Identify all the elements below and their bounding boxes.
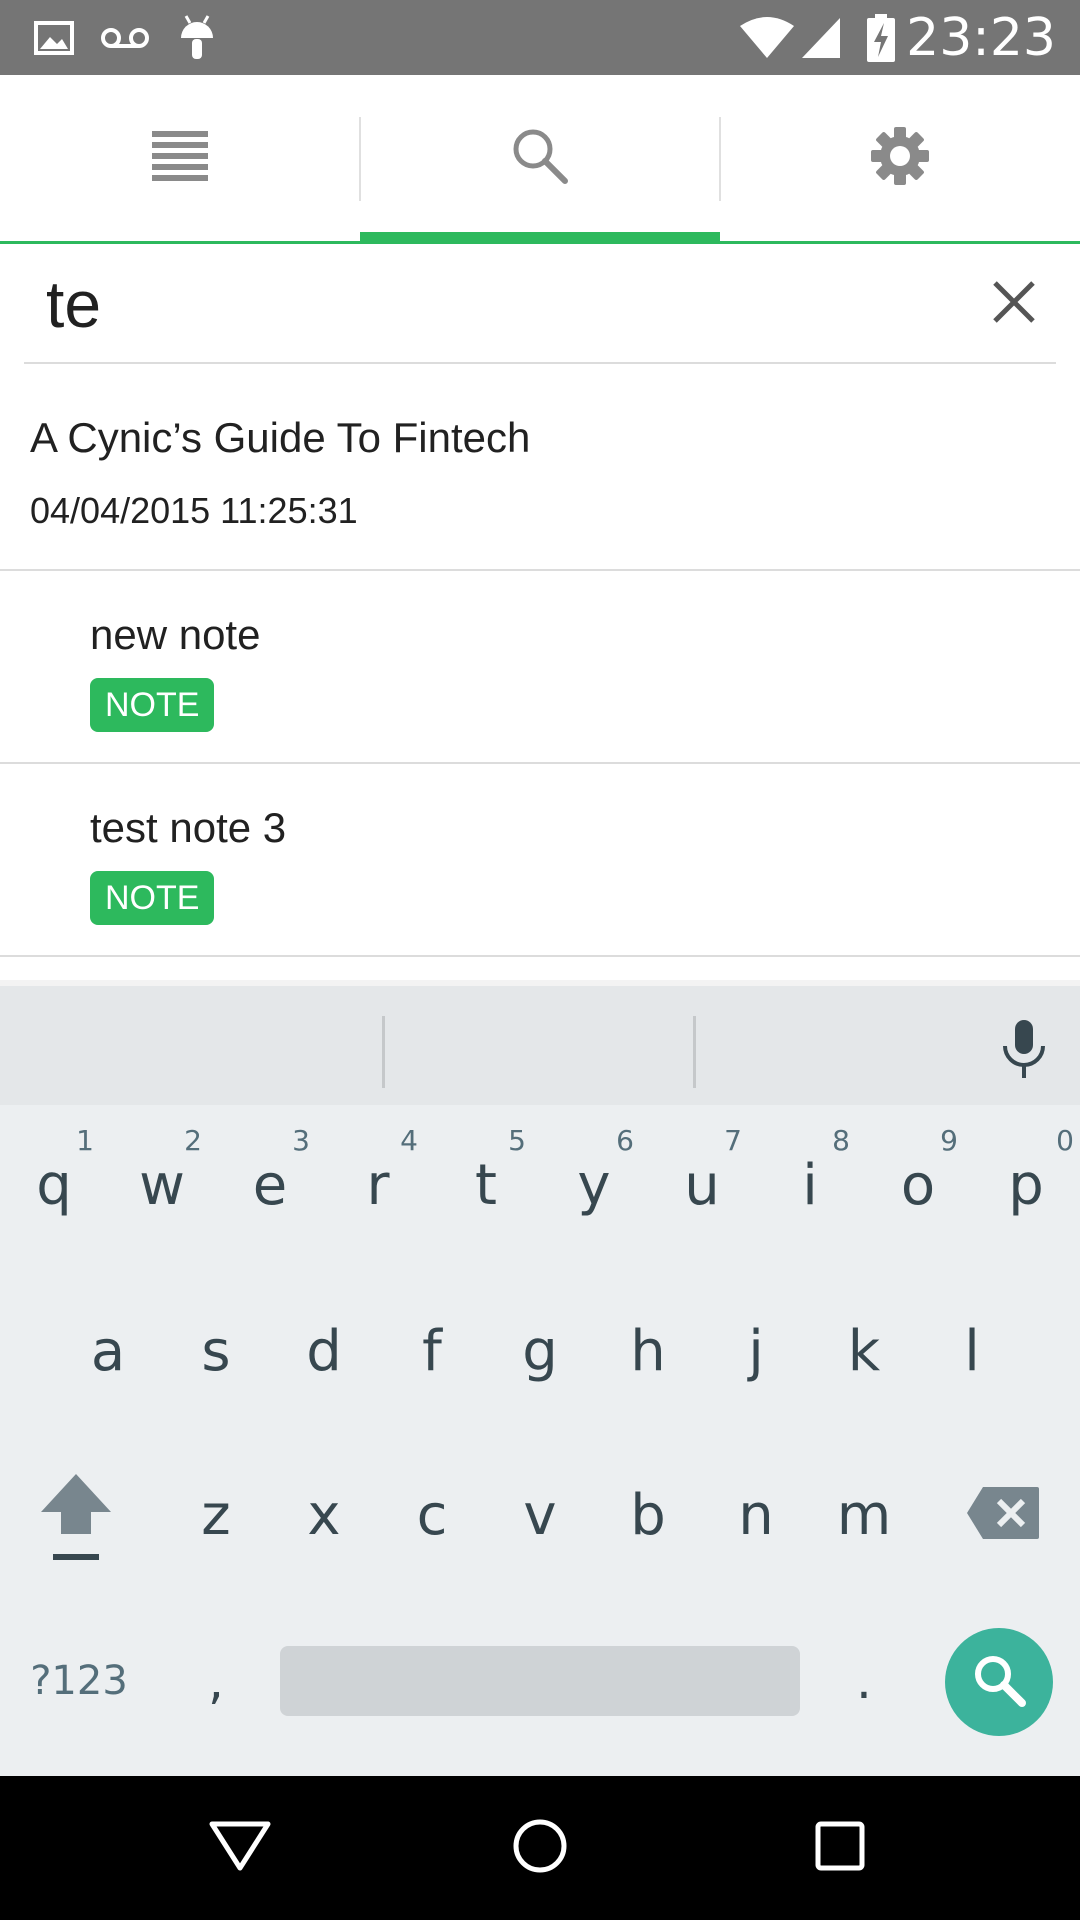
key-l[interactable]: l bbox=[918, 1296, 1026, 1406]
key-o[interactable]: o9 bbox=[864, 1124, 972, 1240]
key-n[interactable]: n bbox=[702, 1460, 810, 1570]
result-title: test note 3 bbox=[90, 804, 287, 851]
key-y[interactable]: y6 bbox=[540, 1124, 648, 1240]
wifi-icon bbox=[738, 0, 796, 75]
key-t[interactable]: t5 bbox=[432, 1124, 540, 1240]
key-x[interactable]: x bbox=[270, 1460, 378, 1570]
key-f[interactable]: f bbox=[378, 1296, 486, 1406]
result-title: new note bbox=[90, 611, 261, 658]
key-h[interactable]: h bbox=[594, 1296, 702, 1406]
key-s[interactable]: s bbox=[162, 1296, 270, 1406]
key-a[interactable]: a bbox=[54, 1296, 162, 1406]
key-d[interactable]: d bbox=[270, 1296, 378, 1406]
signal-icon bbox=[800, 0, 842, 75]
soft-keyboard: q1 w2 e3 r4 t5 y6 u7 i8 o9 p0 a s d f g … bbox=[0, 980, 1080, 1776]
selected-tab-indicator bbox=[360, 232, 720, 241]
suggestion-strip bbox=[0, 980, 1080, 1105]
clear-search-button[interactable] bbox=[984, 274, 1044, 334]
note-badge: NOTE bbox=[90, 871, 215, 925]
key-g[interactable]: g bbox=[486, 1296, 594, 1406]
search-result-note[interactable]: test note 3 NOTE bbox=[0, 764, 1080, 957]
comma-key[interactable]: , bbox=[162, 1626, 270, 1736]
shift-icon bbox=[39, 1472, 113, 1568]
image-icon bbox=[34, 0, 74, 75]
voice-input-button[interactable] bbox=[990, 1006, 1058, 1096]
status-bar: 23:23 bbox=[0, 0, 1080, 75]
backspace-icon bbox=[965, 1485, 1041, 1545]
recents-icon bbox=[815, 1821, 865, 1876]
search-input[interactable] bbox=[46, 264, 946, 344]
search-result-notebook[interactable]: A Cynic’s Guide To Fintech 04/04/2015 11… bbox=[0, 364, 1080, 571]
key-k[interactable]: k bbox=[810, 1296, 918, 1406]
key-e[interactable]: e3 bbox=[216, 1124, 324, 1240]
key-b[interactable]: b bbox=[594, 1460, 702, 1570]
suggestion-divider bbox=[693, 1016, 696, 1088]
search-icon bbox=[971, 1652, 1027, 1713]
back-icon bbox=[208, 1820, 272, 1877]
search-bar bbox=[24, 244, 1056, 364]
key-c[interactable]: c bbox=[378, 1460, 486, 1570]
key-r[interactable]: r4 bbox=[324, 1124, 432, 1240]
tab-settings[interactable] bbox=[720, 75, 1080, 241]
key-i[interactable]: i8 bbox=[756, 1124, 864, 1240]
microphone-icon bbox=[1001, 1018, 1047, 1084]
search-result-note[interactable]: new note NOTE bbox=[0, 571, 1080, 764]
gear-icon bbox=[871, 126, 929, 190]
result-title: A Cynic’s Guide To Fintech bbox=[30, 414, 531, 461]
key-q[interactable]: q1 bbox=[0, 1124, 108, 1240]
tab-bar bbox=[0, 75, 1080, 244]
shift-key[interactable] bbox=[16, 1460, 136, 1580]
backspace-key[interactable] bbox=[948, 1460, 1058, 1570]
key-j[interactable]: j bbox=[702, 1296, 810, 1406]
navigation-bar bbox=[0, 1776, 1080, 1920]
keyboard-search-button[interactable] bbox=[945, 1628, 1053, 1736]
battery-charging-icon bbox=[866, 0, 896, 75]
voicemail-icon bbox=[100, 0, 150, 75]
key-z[interactable]: z bbox=[162, 1460, 270, 1570]
search-icon bbox=[511, 127, 569, 190]
close-icon bbox=[992, 280, 1036, 329]
key-v[interactable]: v bbox=[486, 1460, 594, 1570]
symbols-key[interactable]: ?123 bbox=[14, 1626, 144, 1736]
tab-search[interactable] bbox=[360, 75, 720, 241]
result-date: 04/04/2015 11:25:31 bbox=[30, 490, 358, 531]
suggestion-divider bbox=[382, 1016, 385, 1088]
android-icon bbox=[178, 0, 216, 75]
period-key[interactable]: . bbox=[810, 1626, 918, 1736]
tab-notes-list[interactable] bbox=[0, 75, 360, 241]
list-icon bbox=[152, 130, 208, 186]
key-p[interactable]: p0 bbox=[972, 1124, 1080, 1240]
space-key[interactable] bbox=[280, 1646, 800, 1716]
key-w[interactable]: w2 bbox=[108, 1124, 216, 1240]
note-badge: NOTE bbox=[90, 678, 215, 732]
clock: 23:23 bbox=[906, 7, 1056, 68]
key-m[interactable]: m bbox=[810, 1460, 918, 1570]
home-icon bbox=[512, 1818, 568, 1879]
back-button[interactable] bbox=[180, 1776, 300, 1920]
key-u[interactable]: u7 bbox=[648, 1124, 756, 1240]
recents-button[interactable] bbox=[780, 1776, 900, 1920]
home-button[interactable] bbox=[480, 1776, 600, 1920]
